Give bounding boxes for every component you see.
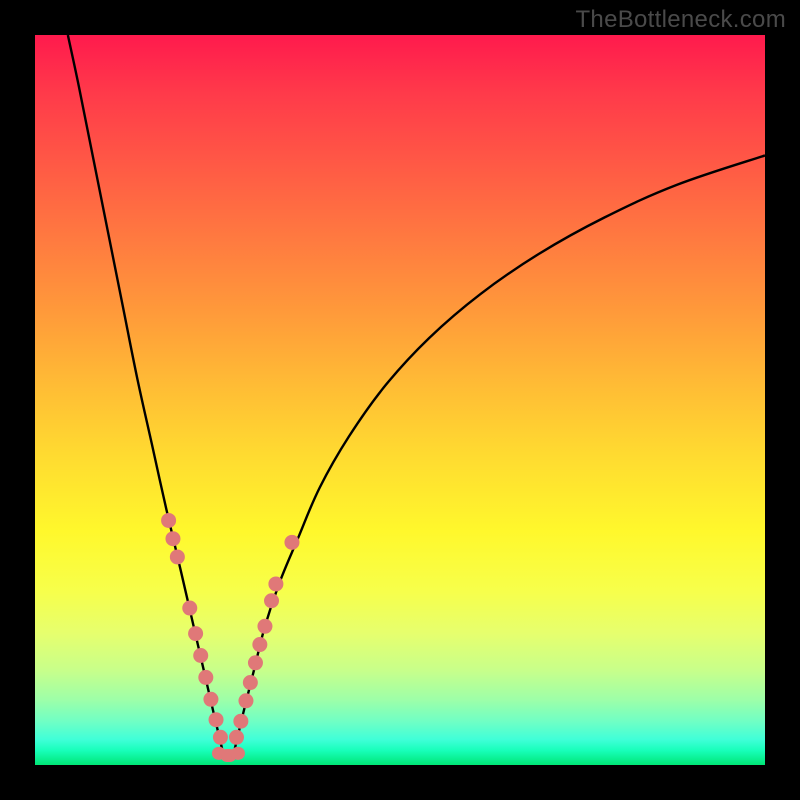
watermark-text: TheBottleneck.com <box>575 6 786 34</box>
data-marker <box>248 655 263 670</box>
markers-right <box>229 535 299 745</box>
left-branch-curve <box>68 35 223 754</box>
data-marker <box>238 693 253 708</box>
data-marker <box>233 714 248 729</box>
data-marker <box>229 730 244 745</box>
data-marker <box>170 549 185 564</box>
data-marker <box>243 675 258 690</box>
bottom-pills <box>212 747 245 762</box>
data-marker <box>182 601 197 616</box>
markers-left <box>161 513 228 745</box>
plot-area <box>35 35 765 765</box>
data-marker <box>193 648 208 663</box>
data-marker <box>188 626 203 641</box>
data-marker <box>252 637 267 652</box>
data-marker <box>161 513 176 528</box>
data-marker <box>203 692 218 707</box>
data-marker <box>268 576 283 591</box>
data-marker <box>165 531 180 546</box>
data-marker <box>209 712 224 727</box>
data-marker <box>257 619 272 634</box>
data-marker <box>284 535 299 550</box>
data-marker <box>198 670 213 685</box>
data-marker <box>213 730 228 745</box>
chart-frame: TheBottleneck.com <box>0 0 800 800</box>
curve-layer <box>35 35 765 765</box>
bottom-pill-marker <box>231 747 245 760</box>
right-branch-curve <box>234 155 765 754</box>
data-marker <box>264 593 279 608</box>
